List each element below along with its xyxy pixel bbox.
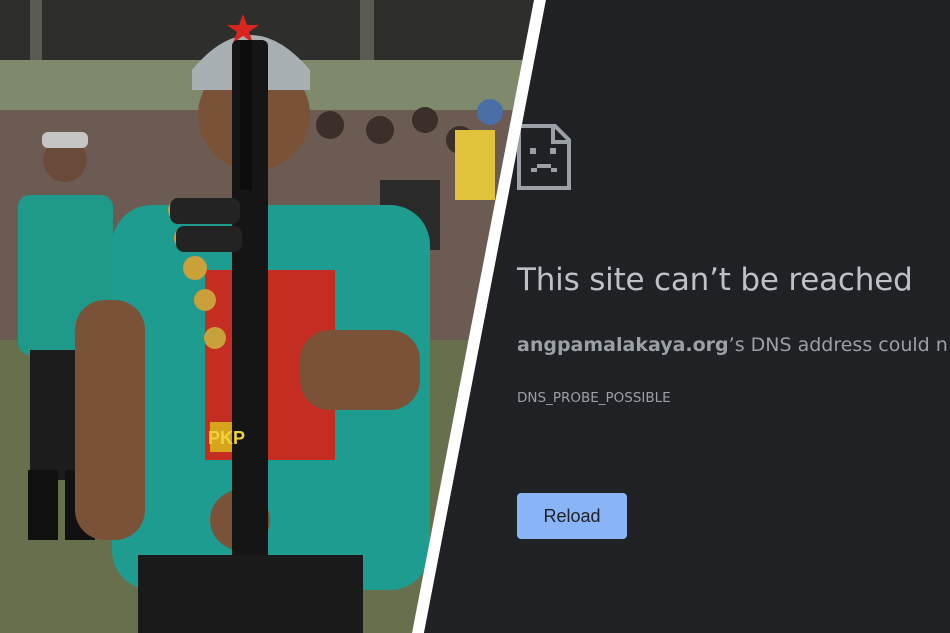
shirt-lettering: PKP (208, 428, 245, 448)
error-title: This site can’t be reached (517, 262, 913, 298)
error-detail: angpamalakaya.org’s DNS address could n (517, 334, 948, 356)
error-host: angpamalakaya.org (517, 334, 729, 356)
composite-image: PKP This site can’t be reached angpamala… (0, 0, 950, 633)
error-code: DNS_PROBE_POSSIBLE (517, 390, 671, 406)
error-detail-text: ’s DNS address could n (728, 334, 948, 356)
reload-button[interactable]: Reload (517, 493, 627, 539)
sad-page-icon (517, 124, 571, 190)
